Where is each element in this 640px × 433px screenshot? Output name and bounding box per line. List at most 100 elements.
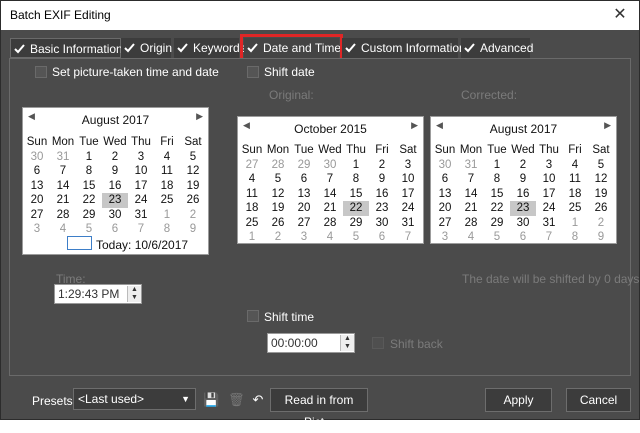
calendar-day[interactable]: 6 [432,172,458,187]
calendar-day[interactable]: 14 [50,179,76,194]
calendar-day[interactable]: 2 [369,158,395,173]
shift-back-checkbox[interactable] [372,337,384,349]
calendar-day[interactable]: 18 [239,201,265,216]
calendar-day[interactable]: 30 [24,150,50,165]
shift-time-input[interactable]: 00:00:00 ▲ ▼ [267,333,355,353]
calendar-day[interactable]: 13 [291,187,317,202]
calendar-day[interactable]: 2 [180,208,206,223]
calendar-day[interactable]: 16 [369,187,395,202]
undo-icon[interactable]: ↶ [250,392,266,408]
calendar-day[interactable]: 7 [536,230,562,245]
calendar-day[interactable]: 16 [102,179,128,194]
set-picture-taken-checkbox[interactable] [35,66,47,78]
calendar-day[interactable]: 8 [154,222,180,237]
calendar-day[interactable]: 9 [510,172,536,187]
calendar-day[interactable]: 3 [291,230,317,245]
calendar-day[interactable]: 22 [484,201,510,216]
calendar-day[interactable]: 7 [458,172,484,187]
calendar-day[interactable]: 25 [154,193,180,208]
calendar-day[interactable]: 19 [265,201,291,216]
calendar-day[interactable]: 19 [588,187,614,202]
calendar-day[interactable]: 8 [484,172,510,187]
calendar-day[interactable]: 1 [343,158,369,173]
calendar-day[interactable]: 5 [343,230,369,245]
tab-origin[interactable]: Origin [121,38,172,58]
calendar-day[interactable]: 1 [154,208,180,223]
calendar-day[interactable]: 31 [128,208,154,223]
calendar-day[interactable]: 20 [291,201,317,216]
calendar-day[interactable]: 20 [432,201,458,216]
calendar-day[interactable]: 7 [317,172,343,187]
calendar-day[interactable]: 29 [76,208,102,223]
calendar-day[interactable]: 16 [510,187,536,202]
calendar-day[interactable]: 6 [291,172,317,187]
calendar-day[interactable]: 23 [369,201,395,216]
calendar-day[interactable]: 1 [76,150,102,165]
calendar-day[interactable]: 25 [239,216,265,231]
today-label[interactable]: Today: 10/6/2017 [96,238,188,252]
calendar-day[interactable]: 21 [50,193,76,208]
read-in-from-picture-button[interactable]: Read in from Pict... [270,388,368,429]
calendar-day[interactable]: 22 [76,193,102,208]
calendar-day[interactable]: 30 [102,208,128,223]
calendar-day[interactable]: 2 [265,230,291,245]
close-button[interactable]: ✕ [609,4,631,26]
calendar-day[interactable]: 26 [265,216,291,231]
calendar-day[interactable]: 7 [395,230,421,245]
picture-taken-calendar[interactable]: ◀ August 2017 ▶ Sun Mon Tue Wed Thu Fri Sat 30 3… [22,107,209,255]
calendar-day[interactable]: 2 [588,216,614,231]
calendar-day[interactable]: 28 [317,216,343,231]
corrected-calendar[interactable]: ◀ August 2017 ▶ Sun Mon Tue Wed Thu Fri Sat 30 3… [430,116,617,244]
shift-date-checkbox[interactable] [247,66,259,78]
calendar-day[interactable]: 6 [24,164,50,179]
calendar-day[interactable]: 4 [562,158,588,173]
calendar-day[interactable]: 23 [510,201,536,216]
calendar-day[interactable]: 3 [24,222,50,237]
calendar-day[interactable]: 23 [102,193,128,208]
calendar-day[interactable]: 5 [76,222,102,237]
calendar-day[interactable]: 5 [484,230,510,245]
calendar-day[interactable]: 5 [588,158,614,173]
calendar-day[interactable]: 10 [128,164,154,179]
calendar-day[interactable]: 31 [458,158,484,173]
calendar-day[interactable]: 28 [50,208,76,223]
calendar-day[interactable]: 4 [154,150,180,165]
shift-time-spinner[interactable]: ▲ ▼ [340,335,354,351]
calendar-day[interactable]: 10 [395,172,421,187]
tab-basic-information[interactable]: Basic Information [10,38,123,58]
calendar-day[interactable]: 5 [180,150,206,165]
calendar-day[interactable]: 21 [458,201,484,216]
calendar-day[interactable]: 31 [50,150,76,165]
shift-time-checkbox[interactable] [247,310,259,322]
calendar-day[interactable]: 18 [154,179,180,194]
calendar-day[interactable]: 26 [180,193,206,208]
calendar-day[interactable]: 29 [291,158,317,173]
tab-custom-information[interactable]: Custom Information [342,38,466,58]
calendar-day[interactable]: 30 [510,216,536,231]
apply-button[interactable]: Apply [485,388,552,412]
calendar-day[interactable]: 19 [180,179,206,194]
calendar-day[interactable]: 2 [510,158,536,173]
calendar-day[interactable]: 11 [239,187,265,202]
next-month-icon[interactable]: ▶ [604,120,611,131]
calendar-day[interactable]: 22 [343,201,369,216]
calendar-day[interactable]: 30 [317,158,343,173]
calendar-day[interactable]: 8 [76,164,102,179]
calendar-day[interactable]: 10 [536,172,562,187]
calendar-day[interactable]: 31 [395,216,421,231]
calendar-day[interactable]: 27 [239,158,265,173]
calendar-day[interactable]: 4 [317,230,343,245]
calendar-day[interactable]: 6 [369,230,395,245]
time-spinner[interactable]: ▲ ▼ [127,286,141,302]
calendar-day[interactable]: 7 [50,164,76,179]
calendar-day[interactable]: 24 [536,201,562,216]
tab-advanced[interactable]: Advanced [461,38,533,58]
calendar-day[interactable]: 21 [317,201,343,216]
calendar-day[interactable]: 8 [343,172,369,187]
calendar-day[interactable]: 4 [50,222,76,237]
calendar-day[interactable]: 14 [458,187,484,202]
tab-date-and-time[interactable]: Date and Time [240,34,343,62]
calendar-day[interactable]: 17 [128,179,154,194]
calendar-day[interactable]: 2 [102,150,128,165]
calendar-day[interactable]: 29 [343,216,369,231]
